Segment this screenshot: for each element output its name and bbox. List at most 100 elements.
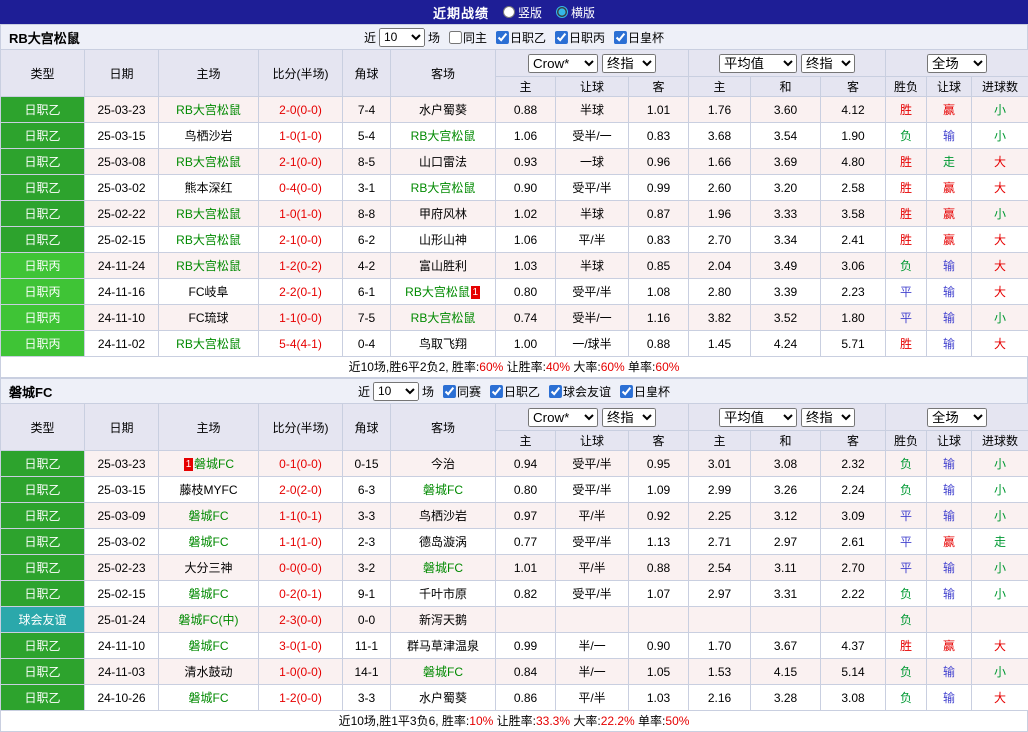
team-name[interactable]: 新泻天鹅	[419, 613, 467, 627]
corner-cell: 3-1	[343, 175, 391, 201]
layout-radio-horizontal: 横版	[556, 4, 595, 21]
avg-odds-cell: 2.23	[821, 279, 886, 305]
team-name[interactable]: 甲府风林	[419, 207, 467, 221]
odds-stage-select[interactable]: 终指	[602, 408, 656, 427]
score-cell[interactable]: 2-0(2-0)	[259, 477, 343, 503]
emperors-cup-checkbox[interactable]	[620, 385, 633, 398]
team-name[interactable]: 磐城FC	[423, 483, 463, 497]
away-team-cell: 磐城FC	[391, 659, 496, 685]
same-home-checkbox[interactable]	[449, 31, 462, 44]
team-name[interactable]: 水户蜀葵	[419, 691, 467, 705]
team-name[interactable]: 磐城FC	[423, 561, 463, 575]
team-name[interactable]: 藤枝MYFC	[180, 483, 238, 497]
team-name[interactable]: 水户蜀葵	[419, 103, 467, 117]
team-name[interactable]: RB大宫松鼠	[176, 233, 241, 247]
team-name[interactable]: 磐城FC	[189, 535, 229, 549]
vertical-layout-radio[interactable]	[503, 6, 515, 18]
result-cell: 负	[886, 123, 927, 149]
team-name[interactable]: RB大宫松鼠	[176, 155, 241, 169]
result-cell: 大	[972, 279, 1028, 305]
club-friendly-checkbox[interactable]	[549, 385, 562, 398]
emperors-cup-checkbox[interactable]	[614, 31, 627, 44]
recent-count-select[interactable]: 10	[373, 382, 419, 401]
team-name[interactable]: RB大宫松鼠	[176, 259, 241, 273]
bookmaker-select[interactable]: Crow*	[528, 54, 598, 73]
horizontal-layout-radio[interactable]	[556, 6, 568, 18]
average-select[interactable]: 平均值	[719, 408, 797, 427]
odds-cell: 0.83	[629, 227, 689, 253]
team-name[interactable]: 磐城FC	[189, 691, 229, 705]
team-name[interactable]: 磐城FC	[194, 457, 234, 471]
corner-cell: 6-1	[343, 279, 391, 305]
score-cell[interactable]: 3-0(1-0)	[259, 633, 343, 659]
team-name[interactable]: 清水鼓动	[184, 665, 232, 679]
team-name[interactable]: 磐城FC	[189, 639, 229, 653]
team-name[interactable]: 山形山神	[419, 233, 467, 247]
score-cell[interactable]: 2-3(0-0)	[259, 607, 343, 633]
recent-count-select[interactable]: 10	[379, 28, 425, 47]
score-cell[interactable]: 0-0(0-0)	[259, 555, 343, 581]
avg-group-header: 平均值 终指	[689, 404, 886, 431]
team-name[interactable]: 群马草津温泉	[407, 639, 479, 653]
bookmaker-select[interactable]: Crow*	[528, 408, 598, 427]
team-name[interactable]: 富山胜利	[419, 259, 467, 273]
score-cell[interactable]: 1-0(0-0)	[259, 659, 343, 685]
team-name[interactable]: RB大宫松鼠	[405, 285, 470, 299]
team-name[interactable]: RB大宫松鼠	[411, 129, 476, 143]
team-name[interactable]: 磐城FC	[189, 509, 229, 523]
score-cell[interactable]: 0-4(0-0)	[259, 175, 343, 201]
result-cell: 输	[927, 123, 972, 149]
league-j3-checkbox[interactable]	[555, 31, 568, 44]
team-name[interactable]: RB大宫松鼠	[176, 337, 241, 351]
league-j2-checkbox[interactable]	[496, 31, 509, 44]
team-name[interactable]: 山口雷法	[419, 155, 467, 169]
odds-cell: 0.87	[629, 201, 689, 227]
avg-stage-select[interactable]: 终指	[801, 54, 855, 73]
odds-stage-select[interactable]: 终指	[602, 54, 656, 73]
team-name[interactable]: FC琉球	[189, 311, 229, 325]
team-name[interactable]: 磐城FC	[423, 665, 463, 679]
avg-odds-cell: 3.49	[751, 253, 821, 279]
scope-select[interactable]: 全场	[927, 54, 987, 73]
team-name[interactable]: 今治	[431, 457, 455, 471]
result-cell: 走	[972, 529, 1028, 555]
score-cell[interactable]: 2-1(0-0)	[259, 227, 343, 253]
avg-odds-cell: 3.28	[751, 685, 821, 711]
team-name[interactable]: RB大宫松鼠	[411, 181, 476, 195]
team-name[interactable]: 磐城FC(中)	[179, 613, 239, 627]
team-name[interactable]: 大分三神	[184, 561, 232, 575]
avg-stage-select[interactable]: 终指	[801, 408, 855, 427]
score-cell[interactable]: 0-2(0-1)	[259, 581, 343, 607]
team-name[interactable]: 千叶市原	[419, 587, 467, 601]
team-name[interactable]: RB大宫松鼠	[176, 207, 241, 221]
score-cell[interactable]: 1-0(1-0)	[259, 123, 343, 149]
subcol-result: 胜负	[886, 431, 927, 451]
score-cell[interactable]: 1-1(1-0)	[259, 529, 343, 555]
average-select[interactable]: 平均值	[719, 54, 797, 73]
team-name[interactable]: 德岛漩涡	[419, 535, 467, 549]
team-name[interactable]: RB大宫松鼠	[176, 103, 241, 117]
same-league-checkbox[interactable]	[443, 385, 456, 398]
score-cell[interactable]: 1-0(1-0)	[259, 201, 343, 227]
score-cell[interactable]: 1-2(0-2)	[259, 253, 343, 279]
team-name[interactable]: RB大宫松鼠	[411, 311, 476, 325]
odds-cell: 0.86	[496, 685, 556, 711]
score-cell[interactable]: 2-1(0-0)	[259, 149, 343, 175]
scope-select[interactable]: 全场	[927, 408, 987, 427]
score-cell[interactable]: 2-2(0-1)	[259, 279, 343, 305]
score-cell[interactable]: 1-1(0-0)	[259, 305, 343, 331]
score-cell[interactable]: 5-4(4-1)	[259, 331, 343, 357]
team-name[interactable]: 鸟取飞翔	[419, 337, 467, 351]
league-j2-checkbox[interactable]	[490, 385, 503, 398]
score-cell[interactable]: 2-0(0-0)	[259, 97, 343, 123]
team-name[interactable]: 鸟栖沙岩	[184, 129, 232, 143]
team-name[interactable]: 鸟栖沙岩	[419, 509, 467, 523]
score-cell[interactable]: 1-1(0-1)	[259, 503, 343, 529]
team-name[interactable]: 熊本深红	[184, 181, 232, 195]
score-cell[interactable]: 1-2(0-0)	[259, 685, 343, 711]
team-name[interactable]: 磐城FC	[189, 587, 229, 601]
team-name[interactable]: FC岐阜	[189, 285, 229, 299]
avg-odds-cell: 3.08	[751, 451, 821, 477]
score-cell[interactable]: 0-1(0-0)	[259, 451, 343, 477]
summary-text: 60%	[601, 360, 625, 374]
